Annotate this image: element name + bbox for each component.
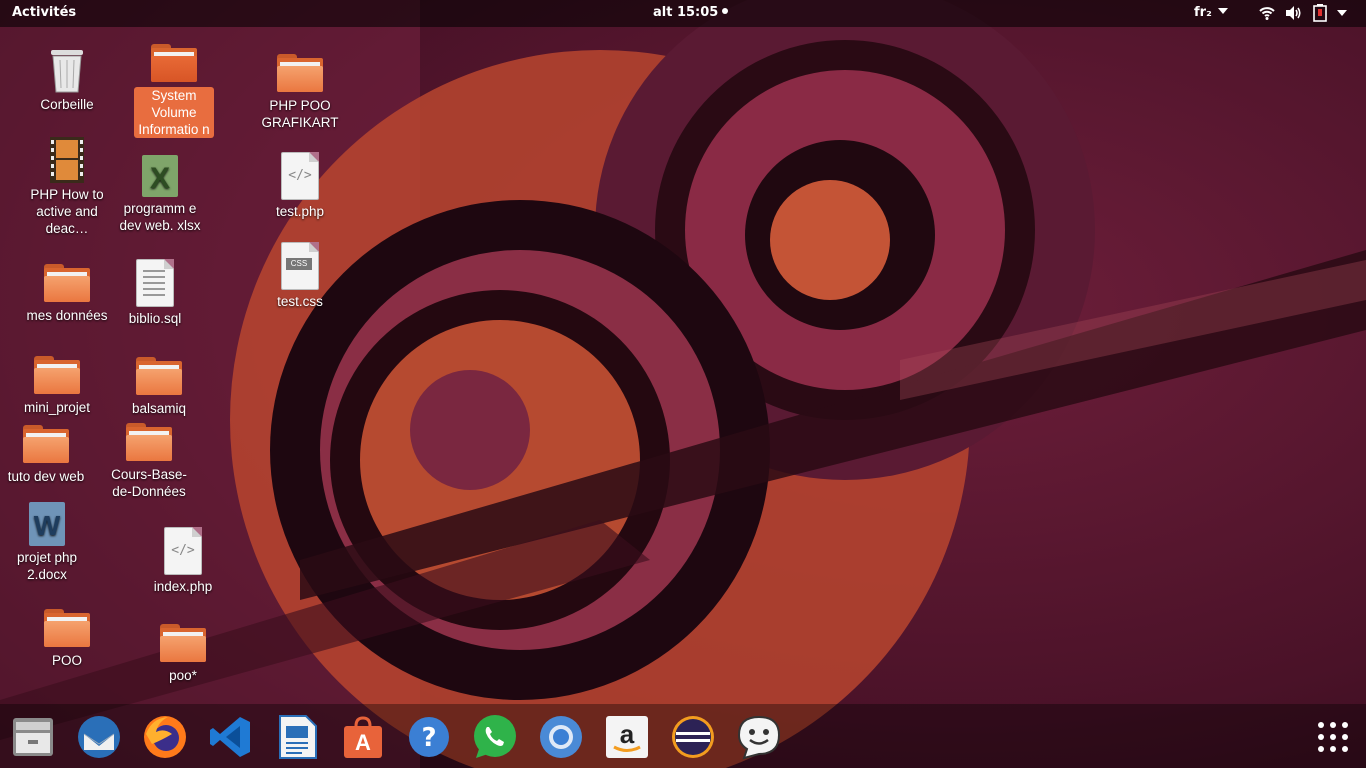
top-bar: Activités alt 15:05 fr₂ bbox=[0, 0, 1366, 27]
svg-text:W: W bbox=[34, 510, 61, 541]
trash-icon bbox=[51, 50, 83, 93]
desktop-icon-mini-projet[interactable]: mini_projet bbox=[9, 356, 105, 416]
desktop-icon-label: test.css bbox=[277, 294, 323, 309]
desktop-icon-label: POO bbox=[51, 653, 82, 668]
desktop-icon-tuto-dev-web[interactable]: tuto dev web bbox=[0, 425, 94, 485]
folder-icon bbox=[44, 264, 90, 304]
chromium-icon[interactable] bbox=[538, 714, 584, 760]
software-center-icon[interactable]: A bbox=[340, 714, 386, 760]
dock: A ? a bbox=[0, 704, 1366, 768]
desktop-icon-cours-base-de-donnees[interactable]: Cours-Base-de-Données bbox=[101, 423, 197, 500]
desktop-icon-test-php[interactable]: </> test.php bbox=[252, 152, 348, 220]
eclipse-icon[interactable] bbox=[670, 714, 716, 760]
svg-text:a: a bbox=[620, 719, 635, 749]
video-file-icon bbox=[50, 137, 84, 183]
desktop-icon-label: System Volume Informatio n bbox=[134, 87, 214, 138]
desktop-icon-test-css[interactable]: CSS test.css bbox=[252, 242, 348, 310]
svg-text:X: X bbox=[150, 162, 170, 195]
battery-icon bbox=[1313, 4, 1327, 22]
css-file-icon: CSS bbox=[281, 242, 319, 290]
desktop-icon-label: projet php 2.docx bbox=[16, 550, 78, 582]
desktop-icon-programme-dev-web[interactable]: X programm e dev web. xlsx bbox=[112, 154, 208, 234]
folder-icon bbox=[160, 624, 206, 664]
desktop-icon-system-volume-information[interactable]: System Volume Informatio n bbox=[126, 44, 222, 138]
help-icon[interactable]: ? bbox=[406, 714, 452, 760]
text-file-icon bbox=[136, 259, 174, 307]
wifi-icon bbox=[1259, 7, 1275, 20]
desktop-icon-label: index.php bbox=[153, 579, 213, 594]
desktop-icon-biblio-sql[interactable]: biblio.sql bbox=[107, 259, 203, 327]
php-file-icon: </> bbox=[164, 527, 202, 575]
chevron-down-icon bbox=[1217, 8, 1228, 14]
show-applications-icon[interactable] bbox=[1316, 720, 1350, 754]
desktop-icon-label: mini_projet bbox=[23, 400, 91, 415]
desktop-icon-label: programm e dev web. xlsx bbox=[119, 201, 201, 233]
desktop-icon-label: PHP How to active and deac… bbox=[30, 187, 104, 236]
desktop-icon-label: test.php bbox=[275, 204, 325, 219]
desktop-icon-corbeille[interactable]: Corbeille bbox=[19, 46, 115, 113]
folder-icon bbox=[277, 54, 323, 94]
folder-icon bbox=[34, 356, 80, 396]
keyboard-layout-label: fr₂ bbox=[1194, 5, 1212, 20]
notification-dot-icon bbox=[722, 8, 729, 14]
desktop-icon-mes-donnees[interactable]: mes données bbox=[19, 264, 115, 324]
desktop-icon-poo[interactable]: POO bbox=[19, 609, 115, 669]
desktop-icon-label: biblio.sql bbox=[128, 311, 182, 326]
desktop-icon-label: Cours-Base-de-Données bbox=[111, 467, 187, 499]
chevron-down-icon bbox=[1337, 10, 1347, 16]
pidgin-icon[interactable] bbox=[736, 714, 782, 760]
desktop-icon-label: PHP POO GRAFIKART bbox=[261, 98, 339, 130]
desktop-icon-label: balsamiq bbox=[131, 401, 187, 416]
svg-text:A: A bbox=[355, 730, 371, 755]
desktop-icon-balsamiq[interactable]: balsamiq bbox=[111, 357, 207, 417]
svg-text:?: ? bbox=[421, 723, 436, 753]
desktop-icon-label: mes données bbox=[26, 308, 108, 323]
folder-icon bbox=[23, 425, 69, 465]
system-menu[interactable] bbox=[1259, 4, 1347, 22]
desktop-icon-php-video[interactable]: PHP How to active and deac… bbox=[19, 136, 115, 237]
vscode-icon[interactable] bbox=[208, 714, 254, 760]
folder-icon bbox=[136, 357, 182, 397]
desktop-icon-php-poo-grafikart[interactable]: PHP POO GRAFIKART bbox=[252, 54, 348, 131]
keyboard-layout-menu[interactable]: fr₂ bbox=[1194, 5, 1228, 20]
desktop-icon-label: tuto dev web bbox=[7, 469, 85, 484]
activities-button[interactable]: Activités bbox=[12, 5, 76, 20]
firefox-icon[interactable] bbox=[142, 714, 188, 760]
folder-icon bbox=[126, 423, 172, 463]
spreadsheet-icon: X bbox=[142, 155, 178, 197]
desktop-icon-label: poo* bbox=[169, 668, 197, 683]
libreoffice-writer-icon[interactable] bbox=[274, 714, 320, 760]
desktop-icon-label: Corbeille bbox=[40, 97, 94, 112]
thunderbird-icon[interactable] bbox=[76, 714, 122, 760]
desktop-icon-index-php[interactable]: </> index.php bbox=[135, 527, 231, 595]
php-file-icon: </> bbox=[281, 152, 319, 200]
amazon-icon[interactable]: a bbox=[604, 714, 650, 760]
clock[interactable]: alt 15:05 bbox=[653, 5, 729, 20]
folder-icon bbox=[44, 609, 90, 649]
files-icon[interactable] bbox=[10, 714, 56, 760]
whatsapp-icon[interactable] bbox=[472, 714, 518, 760]
clock-label: alt 15:05 bbox=[653, 5, 719, 20]
desktop-icon-poo-star[interactable]: poo* bbox=[135, 624, 231, 684]
document-icon: W bbox=[29, 502, 65, 546]
desktop-icon-projet-php-docx[interactable]: W projet php 2.docx bbox=[0, 501, 95, 583]
volume-icon bbox=[1286, 6, 1301, 20]
folder-icon bbox=[151, 44, 197, 84]
